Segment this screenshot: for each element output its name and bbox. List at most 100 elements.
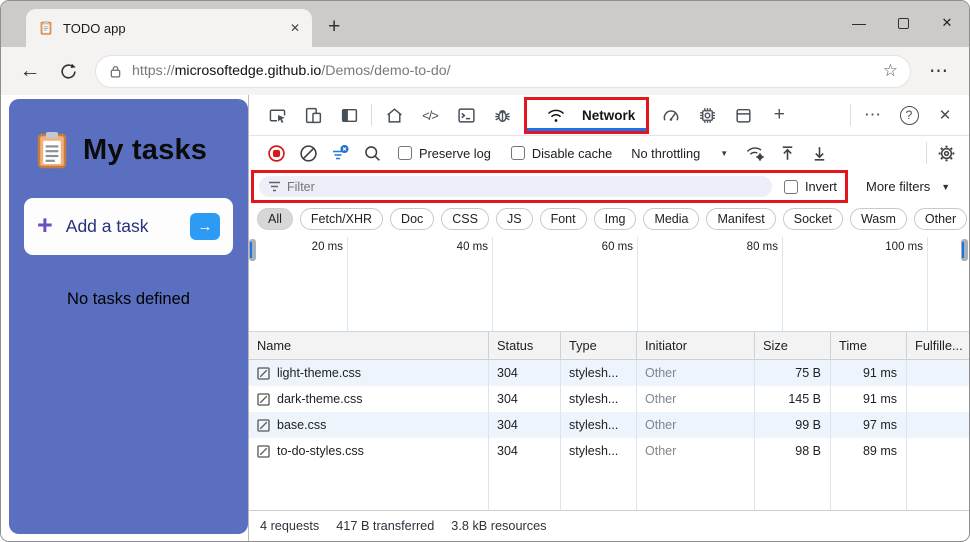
devtools-menu-icon[interactable]: ⋯	[855, 98, 891, 132]
timeline-left-handle[interactable]	[249, 239, 256, 261]
request-fulfilled-cell[interactable]	[907, 412, 969, 438]
column-header-status[interactable]: Status	[489, 332, 561, 360]
more-tools-icon[interactable]: +	[761, 98, 797, 132]
type-filter-socket[interactable]: Socket	[783, 208, 843, 230]
more-filters-dropdown[interactable]: More filters ▼	[866, 179, 950, 194]
network-conditions-icon[interactable]	[740, 139, 770, 167]
request-name-cell[interactable]: light-theme.css	[249, 360, 489, 386]
preserve-log-checkbox[interactable]	[398, 146, 412, 160]
request-size-cell[interactable]: 145 B	[755, 386, 831, 412]
request-type-cell[interactable]: stylesh...	[561, 438, 637, 464]
disable-cache-checkbox[interactable]	[511, 146, 525, 160]
request-initiator-cell[interactable]: Other	[637, 412, 755, 438]
tab-network[interactable]: Network	[582, 108, 635, 123]
request-size-cell[interactable]: 98 B	[755, 438, 831, 464]
request-status-cell[interactable]: 304	[489, 438, 561, 464]
request-type-cell[interactable]: stylesh...	[561, 412, 637, 438]
back-button[interactable]: ←	[13, 54, 47, 88]
browser-menu-button[interactable]: ⋯	[921, 60, 957, 83]
request-time-cell[interactable]: 89 ms	[831, 438, 907, 464]
type-filter-css[interactable]: CSS	[441, 208, 489, 230]
devtools-close-icon[interactable]: ✕	[927, 98, 963, 132]
request-size-cell[interactable]: 75 B	[755, 360, 831, 386]
type-filter-font[interactable]: Font	[540, 208, 587, 230]
import-har-icon[interactable]	[772, 139, 802, 167]
chevron-down-icon: ▼	[720, 149, 728, 158]
request-time-cell[interactable]: 97 ms	[831, 412, 907, 438]
request-size-cell[interactable]: 99 B	[755, 412, 831, 438]
type-filter-manifest[interactable]: Manifest	[706, 208, 775, 230]
type-filter-img[interactable]: Img	[594, 208, 637, 230]
memory-chip-icon[interactable]	[689, 98, 725, 132]
inspect-element-icon[interactable]	[259, 98, 295, 132]
help-icon[interactable]: ?	[891, 98, 927, 132]
column-header-initiator[interactable]: Initiator	[637, 332, 755, 360]
request-fulfilled-cell[interactable]	[907, 438, 969, 464]
type-filter-doc[interactable]: Doc	[390, 208, 434, 230]
console-panel-icon[interactable]	[448, 98, 484, 132]
type-filter-wasm[interactable]: Wasm	[850, 208, 907, 230]
invert-label[interactable]: Invert	[805, 179, 837, 194]
column-header-time[interactable]: Time	[831, 332, 907, 360]
filter-toggle-icon[interactable]	[325, 139, 355, 167]
request-status-cell[interactable]: 304	[489, 360, 561, 386]
application-drawer-icon[interactable]	[725, 98, 761, 132]
filter-input[interactable]	[259, 176, 772, 197]
request-initiator-cell[interactable]: Other	[637, 386, 755, 412]
record-network-log-icon[interactable]	[261, 139, 291, 167]
device-emulation-icon[interactable]	[295, 98, 331, 132]
column-header-type[interactable]: Type	[561, 332, 637, 360]
dock-layout-icon[interactable]	[331, 98, 367, 132]
request-time-cell[interactable]: 91 ms	[831, 360, 907, 386]
browser-tab[interactable]: TODO app ✕	[26, 9, 312, 47]
request-status-cell[interactable]: 304	[489, 386, 561, 412]
request-initiator-cell[interactable]: Other	[637, 438, 755, 464]
more-filters-label: More filters	[866, 179, 930, 194]
table-filler	[907, 464, 969, 510]
column-header-name[interactable]: Name	[249, 332, 489, 360]
preserve-log-label[interactable]: Preserve log	[419, 146, 491, 161]
request-time-cell[interactable]: 91 ms	[831, 386, 907, 412]
column-header-fulfilled[interactable]: Fulfille...	[907, 332, 969, 360]
home-icon[interactable]	[376, 98, 412, 132]
request-fulfilled-cell[interactable]	[907, 386, 969, 412]
search-icon[interactable]	[357, 139, 387, 167]
invert-checkbox[interactable]	[784, 180, 798, 194]
disable-cache-label[interactable]: Disable cache	[532, 146, 612, 161]
clear-network-log-icon[interactable]	[293, 139, 323, 167]
debugger-bug-icon[interactable]	[484, 98, 520, 132]
type-filter-other[interactable]: Other	[914, 208, 967, 230]
type-filter-js[interactable]: JS	[496, 208, 533, 230]
request-name-cell[interactable]: dark-theme.css	[249, 386, 489, 412]
throttling-dropdown[interactable]: No throttling ▼	[631, 146, 728, 161]
request-type-cell[interactable]: stylesh...	[561, 386, 637, 412]
performance-gauge-icon[interactable]	[653, 98, 689, 132]
favorites-star-icon[interactable]: ☆	[883, 61, 898, 81]
request-name-cell[interactable]: to-do-styles.css	[249, 438, 489, 464]
column-header-size[interactable]: Size	[755, 332, 831, 360]
timeline-right-handle[interactable]	[961, 239, 968, 261]
refresh-button[interactable]	[51, 54, 85, 88]
tab-close-icon[interactable]: ✕	[290, 21, 300, 35]
maximize-button[interactable]	[881, 9, 925, 37]
type-filter-media[interactable]: Media	[643, 208, 699, 230]
add-task-field[interactable]: + Add a task →	[24, 198, 233, 255]
elements-panel-icon[interactable]: </>	[412, 98, 448, 132]
request-status-cell[interactable]: 304	[489, 412, 561, 438]
resources-size: 3.8 kB resources	[451, 519, 546, 533]
request-type-cell[interactable]: stylesh...	[561, 360, 637, 386]
request-initiator-cell[interactable]: Other	[637, 360, 755, 386]
export-har-icon[interactable]	[804, 139, 834, 167]
type-filter-fetch-xhr[interactable]: Fetch/XHR	[300, 208, 383, 230]
tab-strip: TODO app ✕ + — ✕	[1, 1, 969, 47]
add-task-submit-button[interactable]: →	[190, 213, 220, 240]
type-filter-all[interactable]: All	[257, 208, 293, 230]
window-close-button[interactable]: ✕	[925, 9, 969, 37]
request-name-cell[interactable]: base.css	[249, 412, 489, 438]
minimize-button[interactable]: —	[837, 9, 881, 37]
new-tab-button[interactable]: +	[328, 15, 340, 39]
address-bar[interactable]: https://microsoftedge.github.io/Demos/de…	[95, 55, 911, 88]
network-settings-gear-icon[interactable]	[931, 139, 961, 167]
request-fulfilled-cell[interactable]	[907, 360, 969, 386]
url-text[interactable]: https://microsoftedge.github.io/Demos/de…	[132, 63, 451, 79]
